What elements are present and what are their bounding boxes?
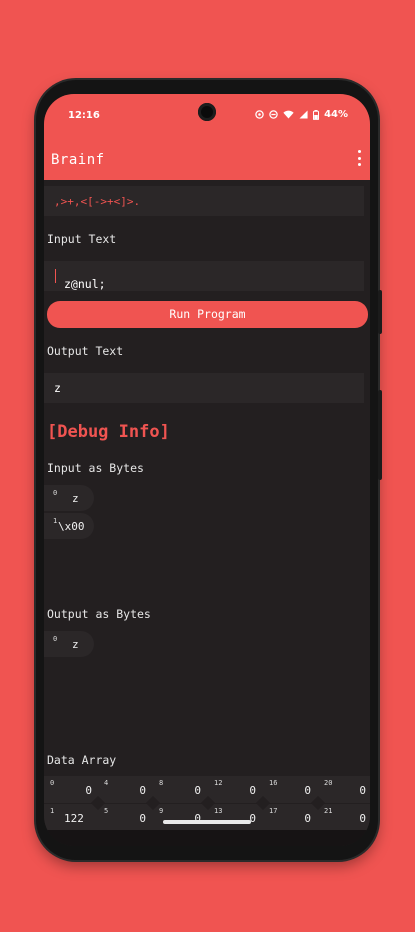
data-cell: 16 0 [263, 776, 319, 803]
input-byte-chip: 1 \x00 [44, 513, 94, 539]
home-gesture-handle[interactable] [163, 820, 251, 824]
cell-index: 1 [50, 807, 55, 815]
data-cell: 1 122 [44, 804, 100, 831]
cell-index: 8 [159, 779, 164, 787]
data-cell: 17 0 [263, 804, 319, 831]
byte-value: z [72, 638, 79, 651]
phone-frame: 12:16 44% Brainf ,>+,<[->+<]>. Input Tex… [36, 80, 382, 860]
cell-index: 20 [324, 779, 333, 787]
cell-index: 17 [269, 807, 278, 815]
data-array-grid: 00 40 80 12 0 16 0 20 0 1 122 50 90 13 0 17 0 … [44, 776, 370, 836]
signal-icon [299, 110, 308, 119]
data-cell: 90 [153, 804, 209, 831]
data-cell: 21 0 [318, 804, 370, 831]
navigation-bar [44, 830, 370, 846]
battery-icon [313, 109, 320, 120]
output-text-field: z [44, 373, 364, 403]
app-bar: Brainf [44, 138, 370, 180]
cell-index: 12 [214, 779, 223, 787]
output-text-label: Output Text [47, 344, 124, 358]
data-array-label: Data Array [47, 753, 117, 767]
cell-index: 5 [104, 807, 109, 815]
byte-value: \x00 [58, 520, 85, 533]
sync-icon [255, 110, 264, 119]
data-cell: 80 [153, 776, 209, 803]
output-bytes-label: Output as Bytes [47, 607, 151, 621]
cell-index: 16 [269, 779, 278, 787]
input-text-field[interactable]: z@nul; [44, 261, 364, 291]
input-text-label: Input Text [47, 232, 117, 246]
input-bytes-label: Input as Bytes [47, 461, 144, 475]
camera-cutout [198, 103, 216, 121]
dnd-icon [269, 110, 278, 119]
output-text-value: z [54, 381, 61, 395]
status-time: 12:16 [68, 110, 100, 121]
status-icons: 44% [255, 109, 348, 120]
byte-index: 0 [53, 489, 58, 497]
output-byte-chip: 0 z [44, 631, 94, 657]
cell-index: 0 [50, 779, 55, 787]
wifi-icon [283, 110, 294, 119]
input-text-value: z@nul; [64, 277, 106, 291]
cell-value: 0 [85, 784, 92, 797]
screen: 12:16 44% Brainf ,>+,<[->+<]>. Input Tex… [44, 94, 370, 846]
cell-value: 122 [64, 812, 84, 825]
data-cell: 13 0 [208, 804, 264, 831]
cell-value: 0 [359, 812, 366, 825]
data-cell: 40 [98, 776, 154, 803]
byte-index: 0 [53, 635, 58, 643]
overflow-menu-icon[interactable] [356, 150, 362, 166]
byte-value: z [72, 492, 79, 505]
data-cell: 00 [44, 776, 100, 803]
battery-percent: 44% [324, 109, 348, 120]
cell-value: 0 [359, 784, 366, 797]
cell-index: 13 [214, 807, 223, 815]
cell-value: 0 [194, 784, 201, 797]
data-cell: 20 0 [318, 776, 370, 803]
cell-value: 0 [249, 784, 256, 797]
debug-info-title: [Debug Info] [47, 422, 170, 442]
cell-value: 0 [304, 784, 311, 797]
volume-button [378, 390, 382, 480]
data-cell: 12 0 [208, 776, 264, 803]
cell-value: 0 [139, 784, 146, 797]
program-code-editor[interactable]: ,>+,<[->+<]>. [44, 186, 364, 216]
byte-index: 1 [53, 517, 58, 525]
cell-index: 21 [324, 807, 333, 815]
cell-value: 0 [139, 812, 146, 825]
program-code: ,>+,<[->+<]>. [54, 195, 141, 208]
input-byte-chip: 0 z [44, 485, 94, 511]
cell-index: 9 [159, 807, 164, 815]
app-title: Brainf [51, 152, 105, 168]
cell-value: 0 [304, 812, 311, 825]
text-caret [55, 269, 56, 283]
cell-index: 4 [104, 779, 109, 787]
run-program-button[interactable]: Run Program [47, 301, 368, 328]
power-button [378, 290, 382, 334]
status-bar: 12:16 44% [44, 94, 370, 138]
data-cell: 50 [98, 804, 154, 831]
